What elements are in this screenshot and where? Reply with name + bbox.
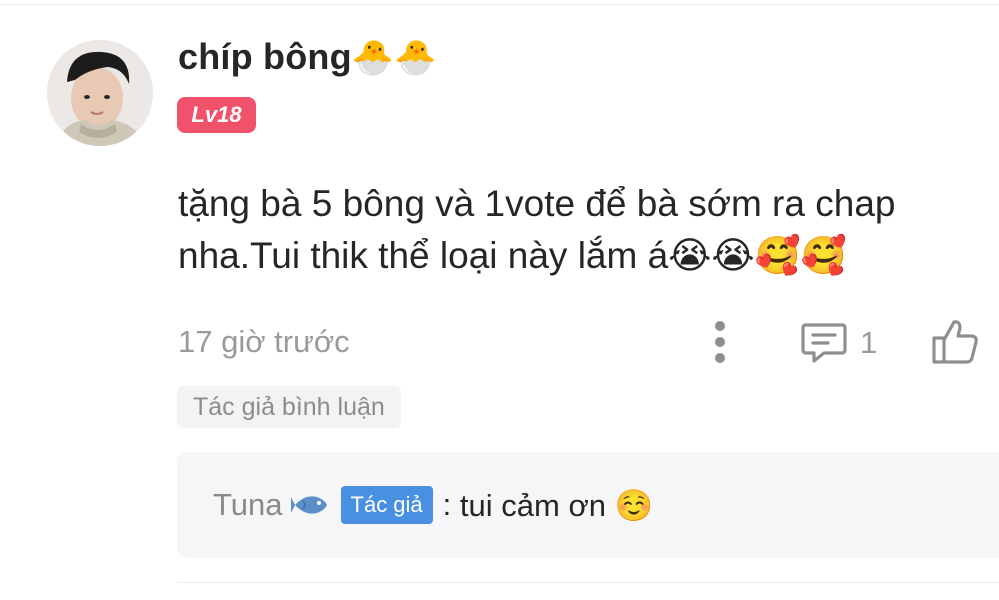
reply-separator: :: [442, 487, 452, 522]
comment-icon: [801, 323, 847, 363]
more-button[interactable]: [700, 318, 740, 366]
timestamp: 17 giờ trước: [178, 324, 350, 359]
reply-count: 1: [860, 325, 878, 360]
reply-button[interactable]: 1: [800, 318, 877, 368]
top-divider: [0, 4, 999, 5]
author-badge: Tác giả: [340, 486, 433, 524]
username-text: chíp bông: [178, 36, 352, 77]
fish-icon: [290, 492, 331, 518]
avatar[interactable]: [47, 40, 153, 146]
author-comment-tag: Tác giả bình luận: [177, 386, 401, 428]
avatar-image: [47, 40, 153, 146]
thumbs-up-icon: [932, 320, 978, 364]
more-vertical-icon: [715, 321, 725, 363]
reply-author[interactable]: Tuna: [213, 487, 283, 523]
username[interactable]: chíp bông🐣🐣: [178, 36, 437, 78]
username-emojis: 🐣🐣: [351, 39, 437, 77]
comment-text: tặng bà 5 bông và 1vote để bà sớm ra cha…: [178, 183, 896, 276]
level-badge: Lv18: [177, 97, 256, 133]
reply-preview[interactable]: Tuna Tác giả : tui cảm ơn ☺️: [177, 452, 999, 558]
like-button[interactable]: [930, 316, 999, 368]
reply-text: tui cảm ơn ☺️: [459, 487, 654, 523]
bottom-divider: [177, 582, 999, 583]
